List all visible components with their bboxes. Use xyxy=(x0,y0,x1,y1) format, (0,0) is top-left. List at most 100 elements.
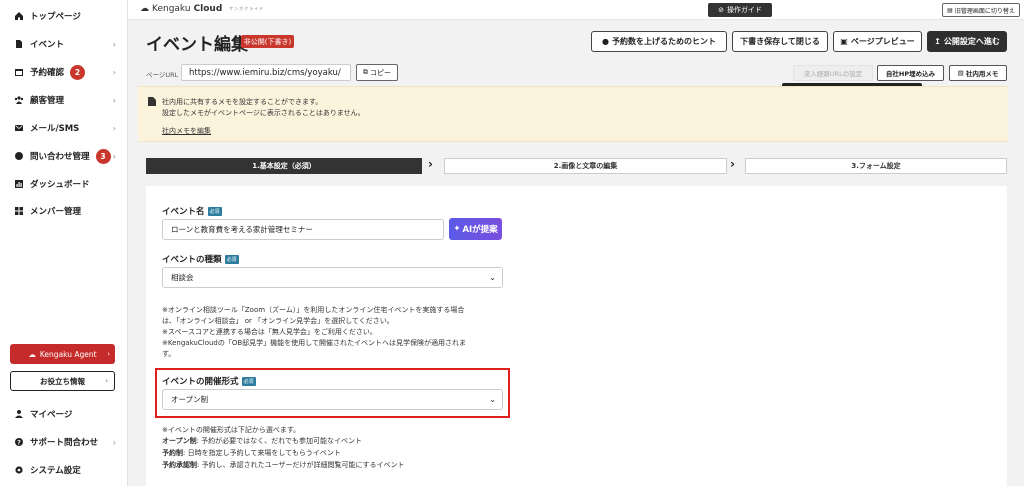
gear-icon xyxy=(14,465,24,475)
calendar-icon xyxy=(14,67,24,77)
publish-settings-button[interactable]: ↥ 公開設定へ進む xyxy=(927,31,1007,52)
chevron-right-icon: › xyxy=(112,151,116,161)
chevron-right-icon: › xyxy=(112,123,116,133)
sidebar-item-label: メール/SMS xyxy=(30,124,80,134)
label-text: イベントの種類 xyxy=(162,255,222,265)
inflow-label: 流入経路URLの設定 xyxy=(803,70,863,78)
compass-icon: ⊘ xyxy=(718,6,724,14)
logo-prefix: Kengaku xyxy=(152,4,191,14)
type-note-line: ※KengakuCloudの「OB邸見学」機能を使用して開催されたイベントへは見… xyxy=(162,339,466,347)
hp-embed-button[interactable]: 自社HP埋め込み xyxy=(877,65,944,81)
type-note-line: す。 xyxy=(162,350,176,358)
ai-suggest-button[interactable]: ✦ AIが提案 xyxy=(449,218,502,240)
type-note-line: は、「オンライン相談会」 or 「オンライン見学会」を選択してください。 xyxy=(162,317,394,325)
sidebar-item-inquiries[interactable]: 問い合わせ管理 3 › xyxy=(0,143,128,169)
option-desc: : 日時を指定し予約して来場をしてもらうイベント xyxy=(183,449,341,457)
event-format-select[interactable]: オープン制 ⌄ xyxy=(162,389,503,410)
step-form-settings[interactable]: 3.フォーム設定 xyxy=(745,158,1007,174)
sidebar-item-label: ダッシュボード xyxy=(30,180,90,190)
sidebar-item-support[interactable]: ? サポート問合わせ › xyxy=(0,429,128,455)
chevron-right-icon: › xyxy=(428,157,433,171)
status-badge: 非公開(下書き) xyxy=(241,35,294,48)
internal-memo-panel: 社内用に共有するメモを設定することができます。 設定したメモがイベントページに表… xyxy=(138,86,1008,142)
svg-text:?: ? xyxy=(17,439,21,446)
home-icon xyxy=(14,11,24,21)
required-tag: 必須 xyxy=(207,206,222,216)
edit-memo-link[interactable]: 社内メモを編集 xyxy=(162,126,211,136)
memo-text: 設定したメモがイベントページに表示されることはありません。 xyxy=(162,109,365,117)
type-note-line: ※スペースコアと連携する場合は「無人見学会」をご利用ください。 xyxy=(162,328,377,336)
sidebar-item-event[interactable]: イベント › xyxy=(0,31,128,57)
switch-label: 旧管理画面に切り替え xyxy=(954,7,1015,15)
copy-label: コピー xyxy=(370,68,391,77)
chevron-right-icon: › xyxy=(112,67,116,77)
option-desc: : 予約が必要ではなく、だれでも参加可能なイベント xyxy=(196,437,362,445)
sidebar-item-label: マイページ xyxy=(30,410,73,420)
cloud-icon: ☁ xyxy=(140,4,149,14)
sidebar-item-label: システム設定 xyxy=(30,466,81,476)
sidebar-item-members[interactable]: メンバー管理 xyxy=(0,198,128,224)
sidebar-item-label: メンバー管理 xyxy=(30,207,82,217)
reservation-hint-button[interactable]: ● 予約数を上げるためのヒント xyxy=(591,31,727,52)
sidebar-item-label: イベント xyxy=(30,40,65,50)
ai-label: AIが提案 xyxy=(462,225,498,235)
sidebar-item-label: サポート問合わせ xyxy=(30,438,99,448)
cloud-icon: ☁ xyxy=(28,349,36,359)
logo-suffix: Cloud xyxy=(193,4,223,14)
info-label: お役立ち情報 xyxy=(40,376,85,386)
sidebar-item-mail[interactable]: メール/SMS › xyxy=(0,115,128,141)
page-url-field[interactable]: https://www.iemiru.biz/cms/yoyaku/ xyxy=(181,64,351,81)
select-value: 相談会 xyxy=(171,273,194,282)
notification-badge: 2 xyxy=(70,64,86,80)
sidebar-item-top[interactable]: トップページ xyxy=(0,3,128,29)
sidebar-item-settings[interactable]: システム設定 xyxy=(0,457,128,483)
useful-info-button[interactable]: お役立ち情報 › xyxy=(10,371,115,391)
memo-label: 社内用メモ xyxy=(965,70,999,78)
step-image-text[interactable]: 2.画像と文章の編集 xyxy=(444,158,727,174)
memo-icon xyxy=(148,97,156,108)
page-title: イベント編集 xyxy=(146,35,248,55)
format-note: ※イベントの開催形式は下記から選べます。 xyxy=(162,426,301,434)
mail-icon xyxy=(14,123,24,133)
sidebar-item-reservations[interactable]: 予約確認 2 › xyxy=(0,59,128,85)
page-url-label: ページURL xyxy=(146,71,179,79)
switch-legacy-admin-button[interactable]: ▤ 旧管理画面に切り替え xyxy=(942,3,1020,17)
internal-memo-button[interactable]: ▤ 社内用メモ xyxy=(949,65,1007,81)
chevron-down-icon: ⌄ xyxy=(489,395,496,404)
option-name: 予約承認制 xyxy=(162,461,197,469)
kengaku-agent-button[interactable]: ☁ Kengaku Agent › xyxy=(10,344,115,364)
kengaku-cloud-logo[interactable]: ☁ Kengaku Cloud ケンガクライド xyxy=(140,4,264,14)
format-option-line: 予約承認制: 予約し、承認されたユーザーだけが詳細閲覧可能にするイベント xyxy=(162,460,405,470)
hint-label: 予約数を上げるためのヒント xyxy=(611,37,716,46)
sidebar-item-mypage[interactable]: マイページ xyxy=(0,401,128,427)
user-icon xyxy=(14,409,24,419)
copy-url-button[interactable]: ⧉ コピー xyxy=(356,64,398,81)
chevron-right-icon: › xyxy=(112,437,116,447)
page-preview-button[interactable]: ▣ ページプレビュー xyxy=(833,31,922,52)
label-text: イベント名 xyxy=(162,207,205,217)
chevron-right-icon: › xyxy=(107,350,110,358)
sidebar-item-label: 問い合わせ管理 xyxy=(30,152,90,162)
event-name-label: イベント名 必須 xyxy=(162,205,222,217)
sidebar-item-dashboard[interactable]: ダッシュボード xyxy=(0,171,128,197)
save-draft-close-button[interactable]: 下書き保存して閉じる xyxy=(732,31,828,52)
guide-label: 操作ガイド xyxy=(726,6,762,14)
upload-icon: ↥ xyxy=(934,37,941,46)
step-basic-settings[interactable]: 1.基本設定（必須） xyxy=(146,158,422,174)
event-type-select[interactable]: 相談会 ⌄ xyxy=(162,267,503,288)
event-type-label: イベントの種類 必須 xyxy=(162,253,239,265)
option-name: オープン制 xyxy=(162,437,197,445)
sidebar-item-customers[interactable]: 顧客管理 › xyxy=(0,87,128,113)
chevron-right-icon: › xyxy=(730,157,735,171)
chevron-right-icon: › xyxy=(112,95,116,105)
chart-icon xyxy=(14,179,24,189)
memo-icon: ▤ xyxy=(957,69,964,77)
agent-label: Kengaku Agent xyxy=(39,349,97,359)
sidebar-item-label: 予約確認 xyxy=(30,68,65,78)
required-tag: 必須 xyxy=(224,254,239,264)
operation-guide-button[interactable]: ⊘ 操作ガイド xyxy=(708,3,772,17)
event-name-input[interactable]: ローンと教育費を考える家計管理セミナー xyxy=(162,219,444,240)
label-text: イベントの開催形式 xyxy=(162,377,239,387)
inflow-url-settings-button[interactable]: 流入経路URLの設定 xyxy=(793,65,873,81)
top-bar: ☁ Kengaku Cloud ケンガクライド ⊘ 操作ガイド ▤ 旧管理画面に切… xyxy=(128,0,1024,20)
